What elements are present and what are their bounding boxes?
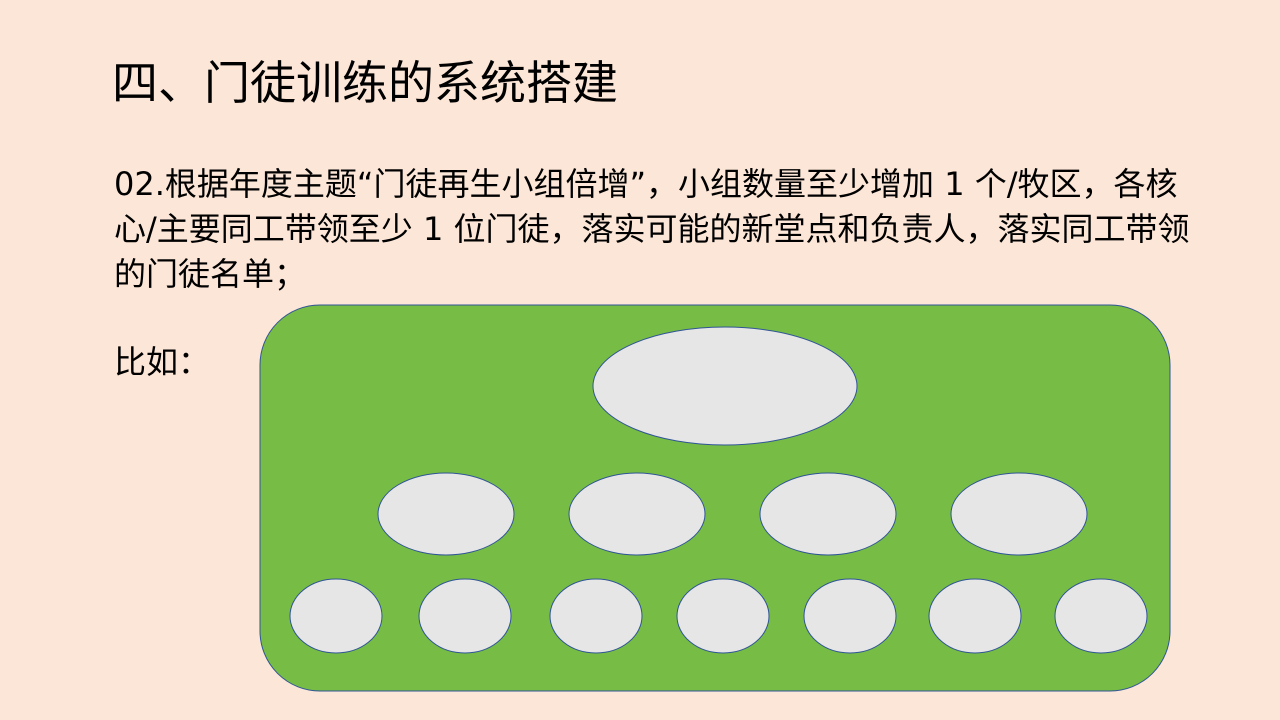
- node-level-1-1: [592, 326, 858, 446]
- node-level-3-3: [549, 578, 643, 654]
- node-level-2-4: [950, 472, 1088, 556]
- node-level-3-2: [418, 578, 512, 654]
- node-level-3-1: [289, 578, 383, 654]
- hierarchy-diagram: [259, 304, 1171, 692]
- slide: 四、门徒训练的系统搭建 02.根据年度主题“门徒再生小组倍增”，小组数量至少增加…: [0, 0, 1280, 720]
- node-level-2-2: [568, 472, 706, 556]
- node-level-2-3: [759, 472, 897, 556]
- node-level-2-1: [377, 472, 515, 556]
- node-level-3-5: [803, 578, 897, 654]
- node-level-3-4: [676, 578, 770, 654]
- node-level-3-6: [928, 578, 1022, 654]
- node-level-3-7: [1054, 578, 1148, 654]
